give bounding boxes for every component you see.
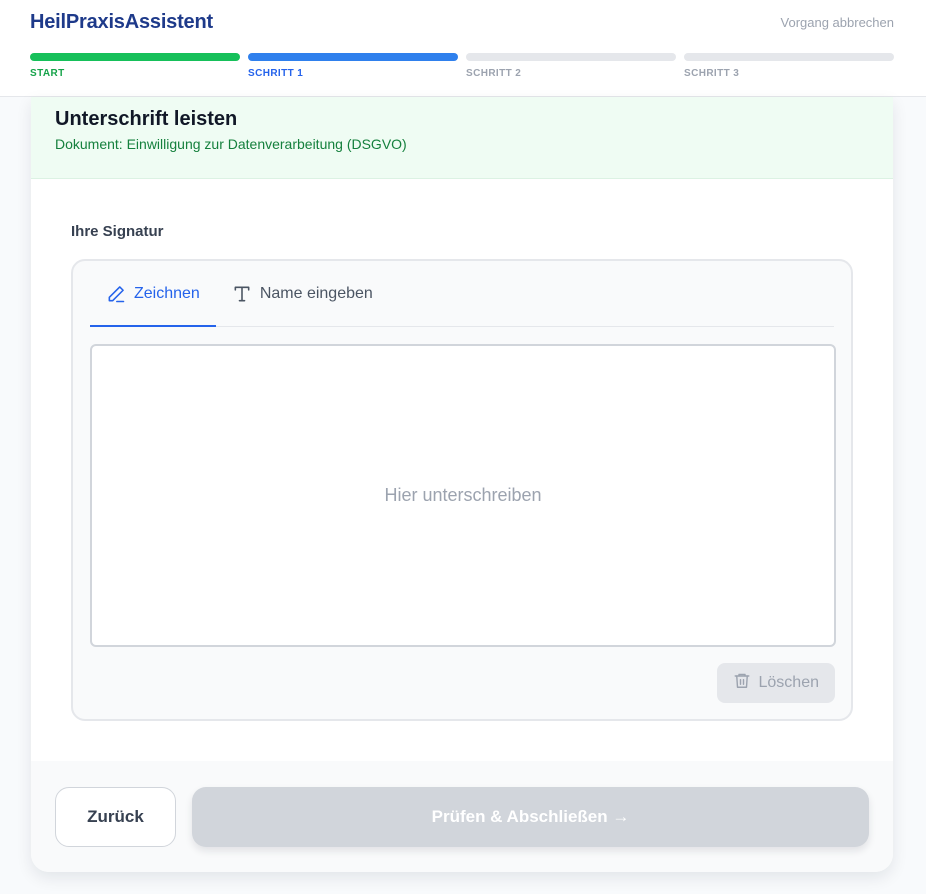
step-2: SCHRITT 2	[466, 53, 676, 79]
pen-icon	[106, 284, 126, 304]
document-subtitle: Dokument: Einwilligung zur Datenverarbei…	[55, 136, 407, 152]
step-2-bar	[466, 53, 676, 61]
back-button[interactable]: Zurück	[55, 787, 176, 847]
signature-label: Ihre Signatur	[71, 223, 164, 240]
page-title: Unterschrift leisten	[55, 108, 238, 130]
signature-canvas[interactable]: Hier unterschreiben	[90, 344, 836, 647]
signature-tabs: Zeichnen Name eingeben	[90, 261, 834, 327]
step-start: START	[30, 53, 240, 79]
step-start-bar	[30, 53, 240, 61]
app-title: HeilPraxisAssistent	[30, 11, 213, 33]
card-header: Unterschrift leisten Dokument: Einwillig…	[31, 97, 893, 179]
review-finish-button[interactable]: Prüfen & Abschließen →	[192, 787, 869, 847]
step-3-bar	[684, 53, 894, 61]
step-1: SCHRITT 1	[248, 53, 458, 79]
canvas-hint: Hier unterschreiben	[384, 485, 542, 505]
top-bar: HeilPraxisAssistent Vorgang abbrechen ST…	[0, 0, 926, 97]
signature-card: Unterschrift leisten Dokument: Einwillig…	[31, 97, 893, 872]
text-icon	[232, 284, 252, 304]
step-3-label: SCHRITT 3	[684, 68, 740, 79]
step-1-bar	[248, 53, 458, 61]
step-3: SCHRITT 3	[684, 53, 894, 79]
step-2-label: SCHRITT 2	[466, 68, 522, 79]
step-start-label: START	[30, 68, 65, 79]
clear-signature-label: Löschen	[758, 674, 820, 691]
tab-type-name[interactable]: Name eingeben	[216, 261, 389, 326]
trash-icon	[733, 671, 751, 695]
step-1-label: SCHRITT 1	[248, 68, 304, 79]
tab-draw-label: Zeichnen	[134, 284, 200, 302]
cancel-process-link[interactable]: Vorgang abbrechen	[781, 15, 894, 30]
card-body: Ihre Signatur Zeichnen Name eingeben Hie…	[31, 223, 893, 721]
tab-draw[interactable]: Zeichnen	[90, 261, 216, 327]
signature-panel: Zeichnen Name eingeben Hier unterschreib…	[71, 259, 853, 721]
tab-type-name-label: Name eingeben	[259, 284, 373, 302]
clear-signature-button[interactable]: Löschen	[716, 663, 835, 703]
progress-steps: START SCHRITT 1 SCHRITT 2 SCHRITT 3	[30, 53, 894, 79]
card-footer: Zurück Prüfen & Abschließen →	[31, 761, 893, 872]
